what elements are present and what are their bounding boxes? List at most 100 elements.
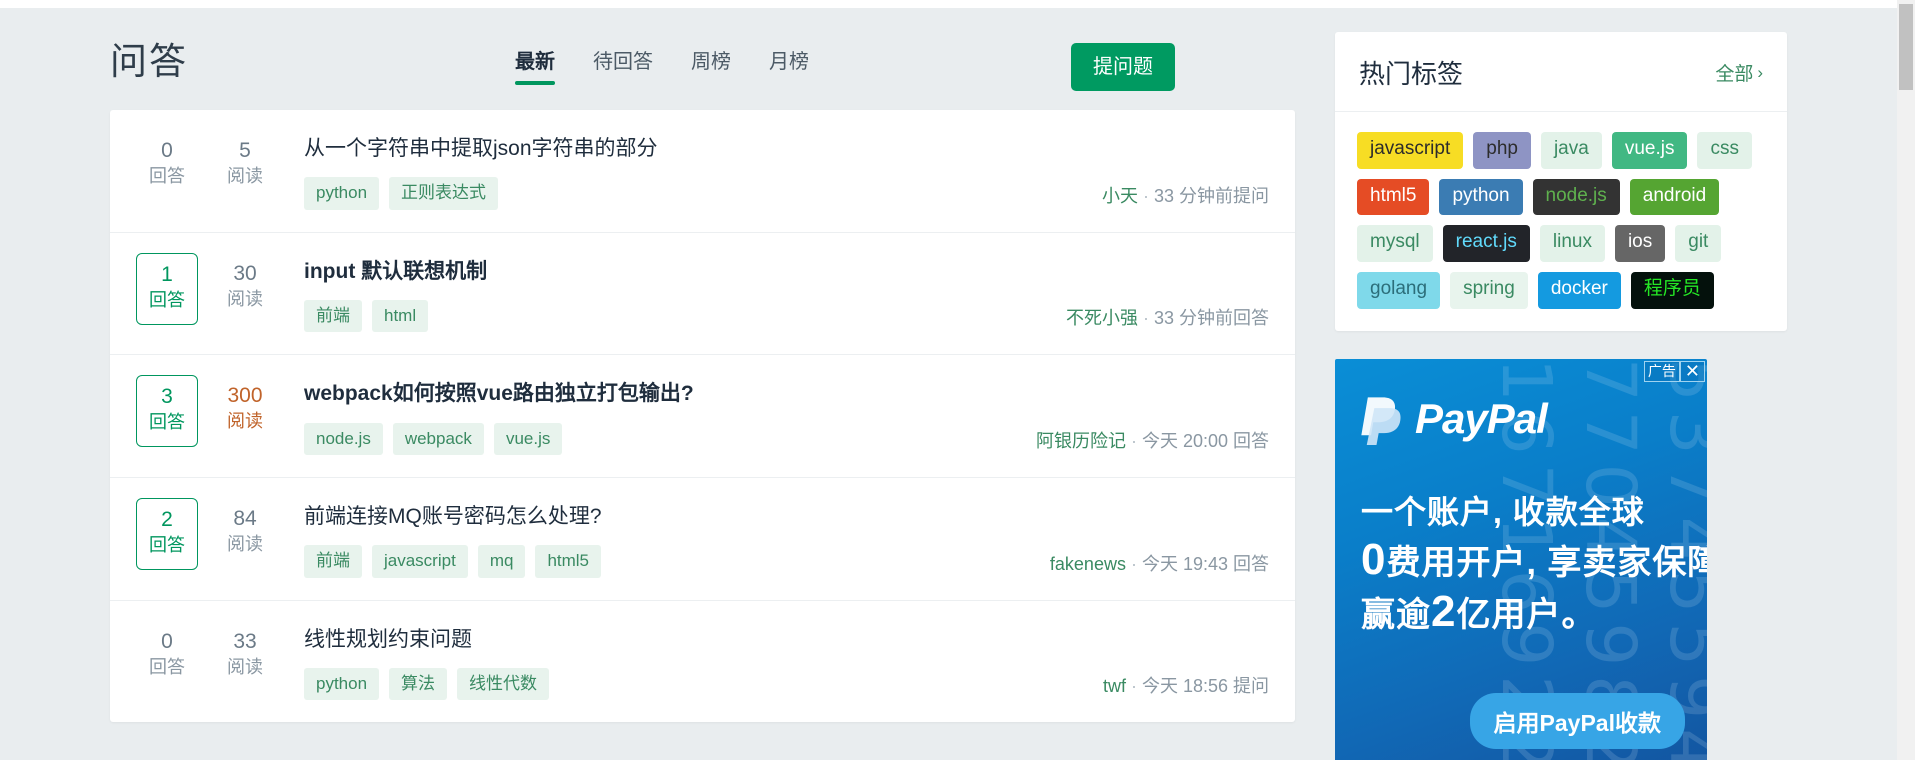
question-title[interactable]: 从一个字符串中提取json字符串的部分	[304, 134, 1271, 163]
question-item[interactable]: 0 回答 5 阅读 从一个字符串中提取json字符串的部分 python 正则表达式 小天 · 3…	[110, 110, 1295, 233]
tab-1[interactable]: 最新	[515, 52, 555, 85]
ad-headline-3-suffix: 亿用户。	[1456, 595, 1597, 634]
view-count-value: 5	[239, 139, 251, 162]
question-tag[interactable]: 算法	[389, 667, 448, 701]
question-time: 今天 20:00 回答	[1141, 430, 1269, 451]
ad-label: 广告	[1643, 360, 1680, 382]
view-count-value: 30	[233, 261, 257, 285]
paypal-wordmark: PayPal	[1415, 394, 1548, 442]
answer-count-value: 2	[161, 507, 173, 531]
hot-tag[interactable]: docker	[1537, 272, 1621, 309]
hot-tag[interactable]: 程序员	[1630, 272, 1714, 309]
answer-count: 0 回答	[136, 132, 198, 190]
answer-count-label: 回答	[149, 166, 185, 187]
close-icon[interactable]: ✕	[1679, 360, 1705, 382]
question-author[interactable]: twf	[1103, 676, 1126, 696]
question-author[interactable]: 小天	[1102, 186, 1138, 206]
question-meta: fakenews · 今天 19:43 回答	[1050, 550, 1269, 576]
question-tag[interactable]: html	[372, 300, 429, 333]
view-count-label: 阅读	[227, 656, 263, 677]
answer-count-label: 回答	[149, 289, 185, 310]
answer-count: 1 回答	[136, 252, 198, 325]
hot-tag[interactable]: git	[1675, 225, 1722, 263]
question-tag[interactable]: 线性代数	[457, 667, 550, 701]
question-tag[interactable]: webpack	[392, 422, 484, 455]
hot-tag[interactable]: linux	[1539, 225, 1605, 263]
hot-tag[interactable]: java	[1540, 132, 1602, 169]
hot-tag[interactable]: javascript	[1357, 132, 1464, 169]
hot-tags-cloud: javascript php java vue.js css html5 python nod…	[1335, 112, 1787, 331]
sidebar-column: 热门标签 全部 › javascript php java vue.js css html…	[1335, 32, 1787, 760]
ad-headline-3-prefix: 赢逾	[1361, 595, 1431, 634]
ad-headline-3-number: 2	[1431, 586, 1457, 636]
hot-tag[interactable]: node.js	[1532, 178, 1620, 216]
ad-badge-group[interactable]: 广告 ✕	[1643, 360, 1705, 382]
question-tag[interactable]: mq	[477, 545, 526, 578]
hot-tag[interactable]: spring	[1450, 272, 1528, 309]
question-title[interactable]: 前端连接MQ账号密码怎么处理?	[304, 502, 1271, 531]
question-tag[interactable]: vue.js	[493, 422, 563, 455]
view-all-label: 全部	[1715, 64, 1754, 85]
app-viewport: 问答 最新 待回答 周榜 月榜 提问题 0 回答 5 阅读 从一个字符串中提取json字符串的…	[0, 0, 1915, 760]
question-author[interactable]: fakenews	[1050, 554, 1126, 574]
view-count: 84 阅读	[214, 500, 276, 558]
ad-headline-2-text: 费用开户, 享卖家保障	[1386, 543, 1707, 582]
hot-tags-title: 热门标签	[1359, 59, 1464, 89]
view-count-value: 84	[233, 506, 257, 530]
scrollbar-thumb[interactable]	[1899, 4, 1913, 90]
question-tag[interactable]: node.js	[304, 422, 383, 455]
question-tag[interactable]: 前端	[304, 300, 362, 333]
hot-tag[interactable]: php	[1473, 132, 1531, 169]
ad-headline-2-number: 0	[1361, 534, 1387, 584]
answer-count-label: 回答	[149, 656, 185, 677]
question-item[interactable]: 2 回答 84 阅读 前端连接MQ账号密码怎么处理? 前端 javascript mq html…	[110, 478, 1295, 601]
hot-tag[interactable]: golang	[1357, 272, 1441, 309]
question-tag[interactable]: python	[304, 667, 380, 701]
question-author[interactable]: 阿银历险记	[1036, 431, 1126, 451]
tab-4[interactable]: 月榜	[769, 52, 809, 85]
vertical-scrollbar[interactable]	[1897, 0, 1915, 760]
answer-count: 3 回答	[136, 375, 198, 448]
hot-tag[interactable]: vue.js	[1611, 132, 1688, 169]
hot-tag[interactable]: android	[1629, 178, 1720, 216]
view-count-value: 33	[233, 629, 257, 653]
question-item[interactable]: 3 回答 300 阅读 webpack如何按照vue路由独立打包输出? node.js we…	[110, 355, 1295, 478]
ad-headline-3: 赢逾2亿用户。	[1361, 587, 1596, 637]
question-tag[interactable]: 前端	[304, 545, 362, 578]
hot-tags-view-all-link[interactable]: 全部 ›	[1715, 59, 1763, 86]
hot-tag[interactable]: css	[1697, 132, 1752, 169]
question-title[interactable]: webpack如何按照vue路由独立打包输出?	[304, 379, 1271, 408]
meta-separator: ·	[1142, 185, 1149, 206]
answer-count-value: 1	[161, 262, 173, 286]
question-tag[interactable]: javascript	[372, 545, 468, 578]
answer-count-label: 回答	[149, 412, 185, 433]
hot-tag[interactable]: mysql	[1357, 225, 1433, 263]
view-count-label: 阅读	[227, 411, 263, 432]
tab-3[interactable]: 周榜	[691, 52, 731, 85]
chevron-right-icon: ›	[1757, 62, 1763, 82]
advertisement-banner[interactable]: 1375345382537455941770459820167169221 广告…	[1335, 358, 1707, 760]
question-time: 今天 18:56 提问	[1141, 676, 1269, 697]
tab-2[interactable]: 待回答	[593, 52, 653, 85]
hot-tag[interactable]: ios	[1614, 225, 1666, 263]
hot-tag[interactable]: react.js	[1442, 225, 1530, 263]
answer-count: 2 回答	[136, 497, 198, 571]
question-tag[interactable]: 正则表达式	[389, 177, 499, 210]
question-tag[interactable]: html5	[535, 545, 602, 578]
question-item[interactable]: 1 回答 30 阅读 input 默认联想机制 前端 html 不死小强 · 33 分钟前回答	[110, 233, 1295, 356]
ask-question-button[interactable]: 提问题	[1071, 43, 1175, 91]
question-tag[interactable]: python	[304, 177, 380, 210]
answer-count-value: 3	[161, 385, 173, 409]
ad-cta-button[interactable]: 启用PayPal收款	[1469, 692, 1685, 749]
paypal-logo-icon	[1361, 397, 1401, 445]
question-title[interactable]: 线性规划约束问题	[304, 625, 1271, 654]
question-item[interactable]: 0 回答 33 阅读 线性规划约束问题 python 算法 线性代数 twf · 今天 18:56 …	[110, 601, 1295, 723]
question-title[interactable]: input 默认联想机制	[304, 257, 1271, 286]
hot-tag[interactable]: python	[1439, 178, 1523, 216]
question-meta: twf · 今天 18:56 提问	[1103, 672, 1269, 698]
hot-tag[interactable]: html5	[1357, 178, 1430, 216]
question-author[interactable]: 不死小强	[1066, 308, 1138, 328]
view-count-label: 阅读	[227, 534, 263, 555]
meta-separator: ·	[1130, 430, 1137, 451]
view-count-value: 300	[227, 384, 263, 408]
